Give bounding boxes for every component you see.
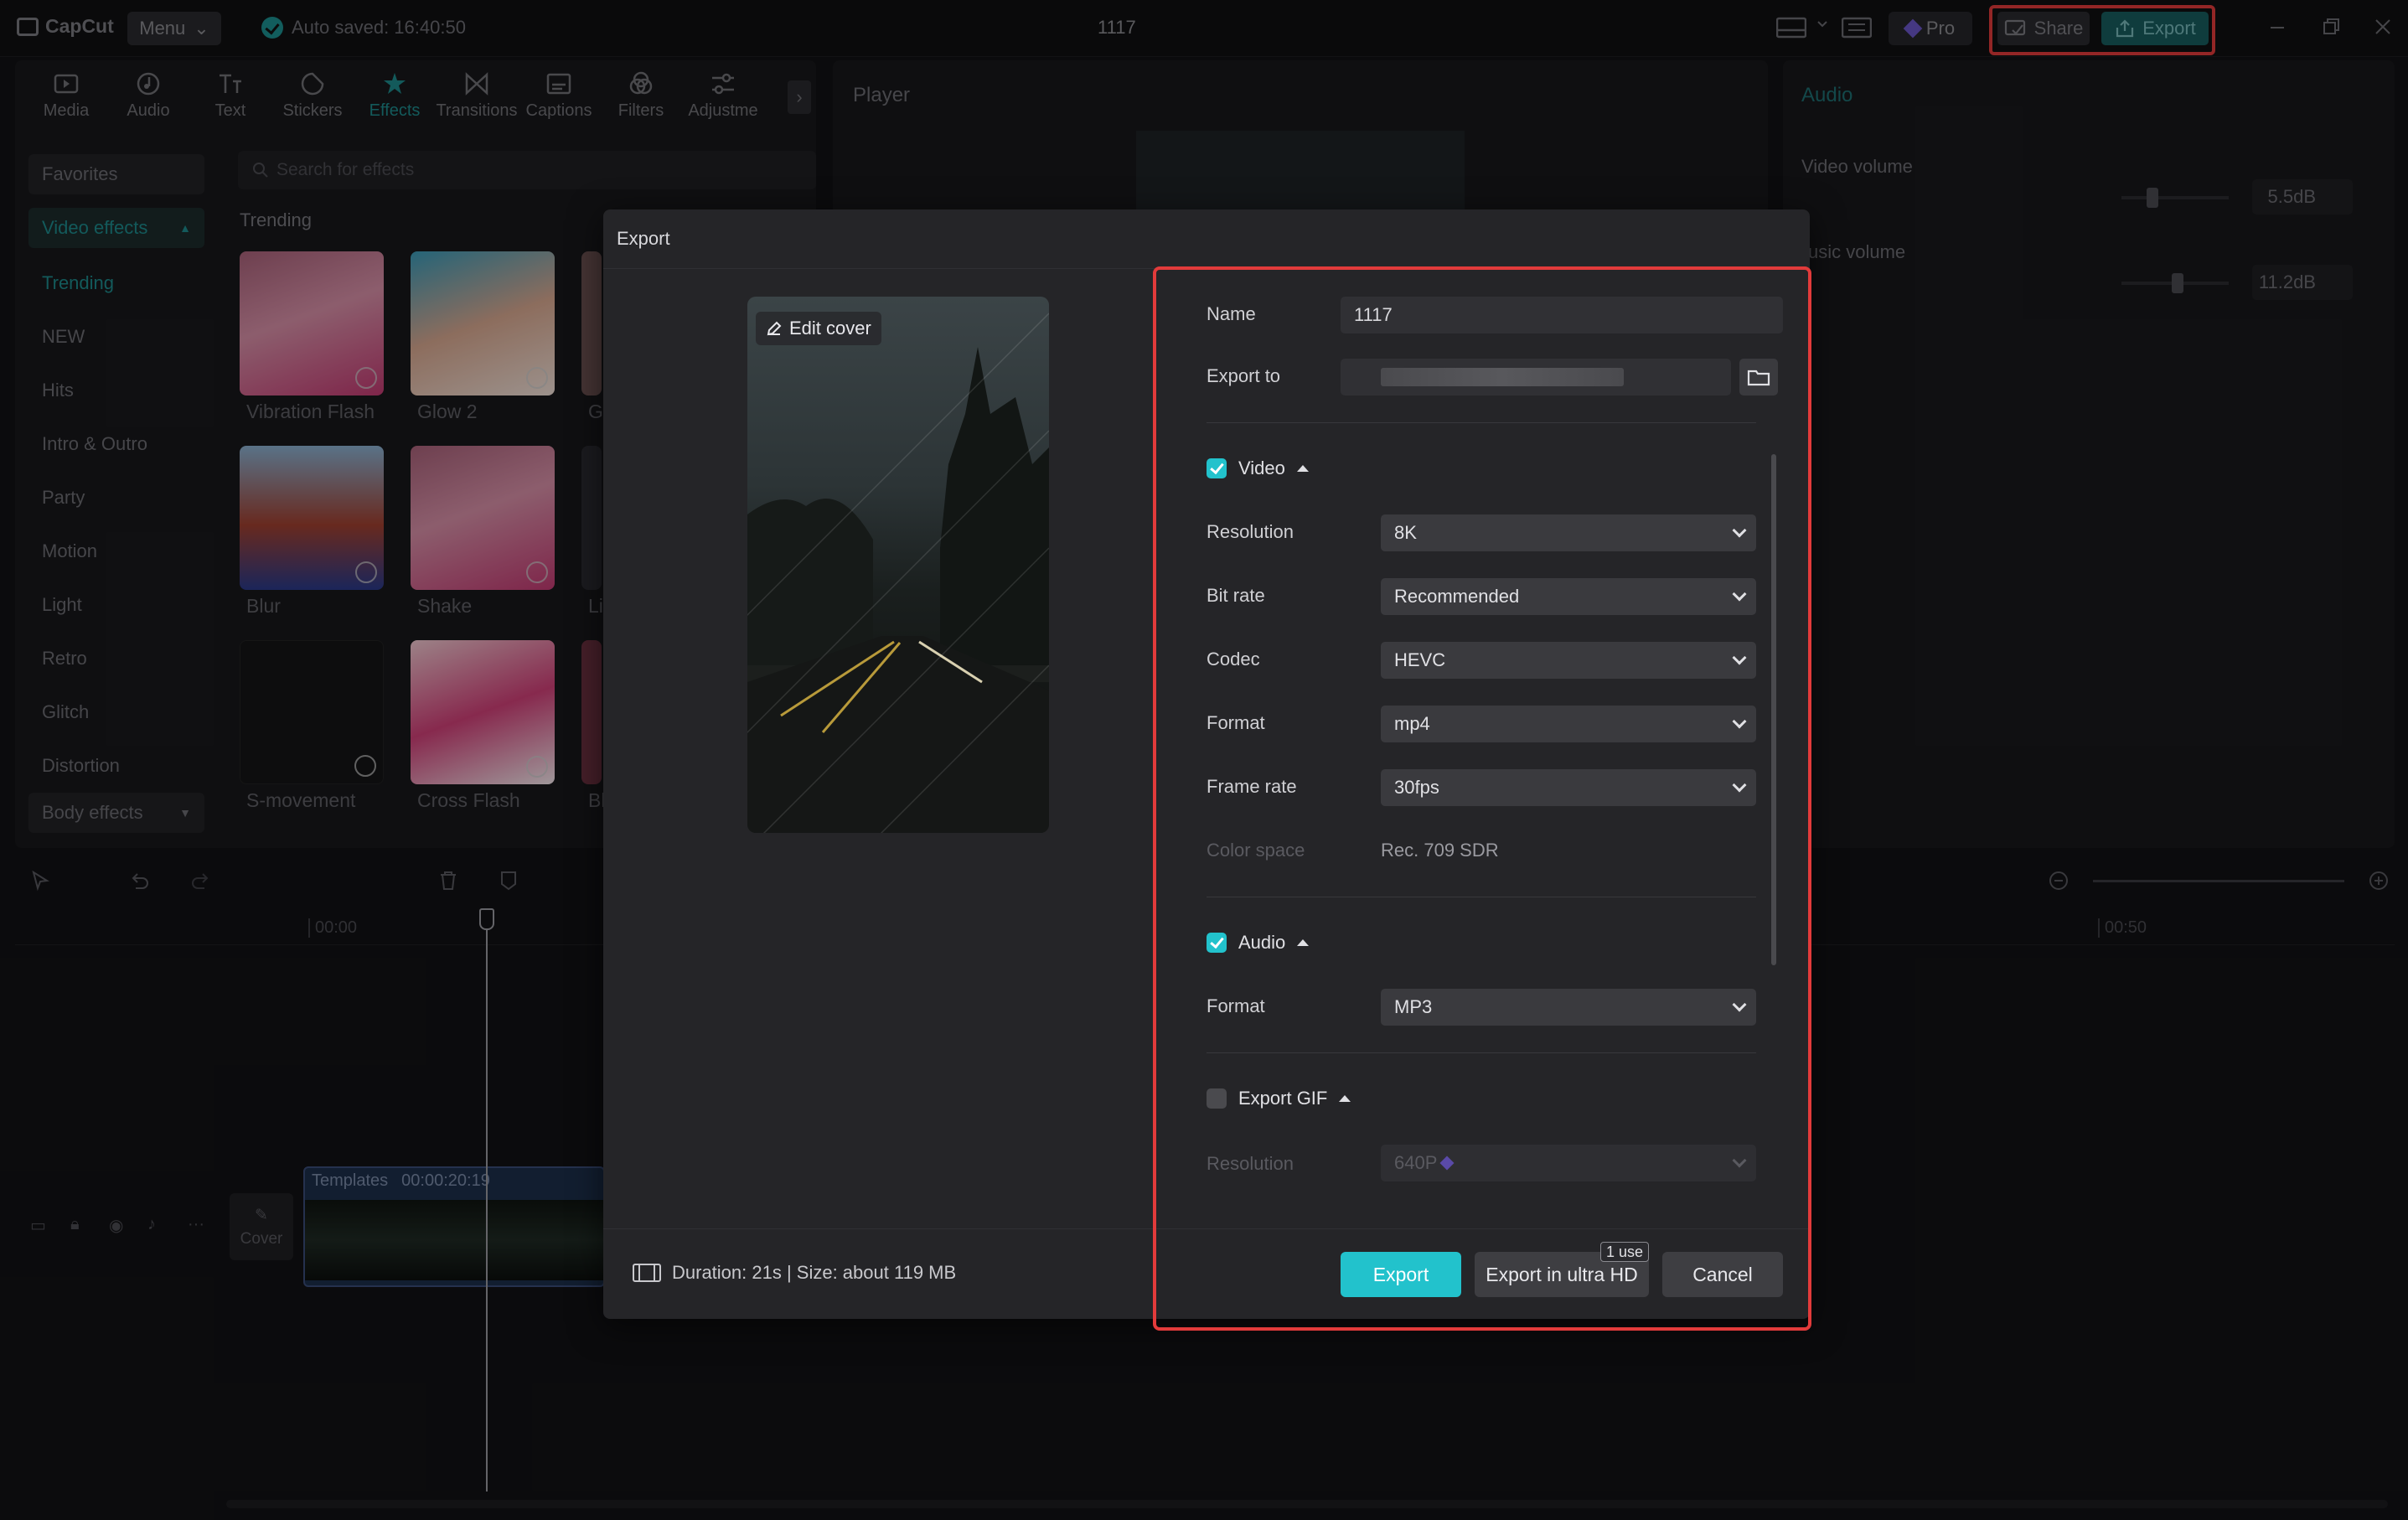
edit-cover-label: Edit cover <box>789 318 871 339</box>
highlight-export-settings <box>1153 266 1811 1331</box>
duration-text: Duration: 21s | Size: about 119 MB <box>672 1262 957 1283</box>
cover-preview[interactable]: Edit cover <box>747 297 1049 833</box>
edit-cover-button[interactable]: Edit cover <box>756 312 881 345</box>
dialog-title: Export <box>617 228 670 249</box>
film-icon <box>633 1264 661 1282</box>
pencil-icon <box>767 321 782 336</box>
duration-info: Duration: 21s | Size: about 119 MB <box>632 1262 956 1284</box>
road-scene-image <box>747 313 1049 833</box>
